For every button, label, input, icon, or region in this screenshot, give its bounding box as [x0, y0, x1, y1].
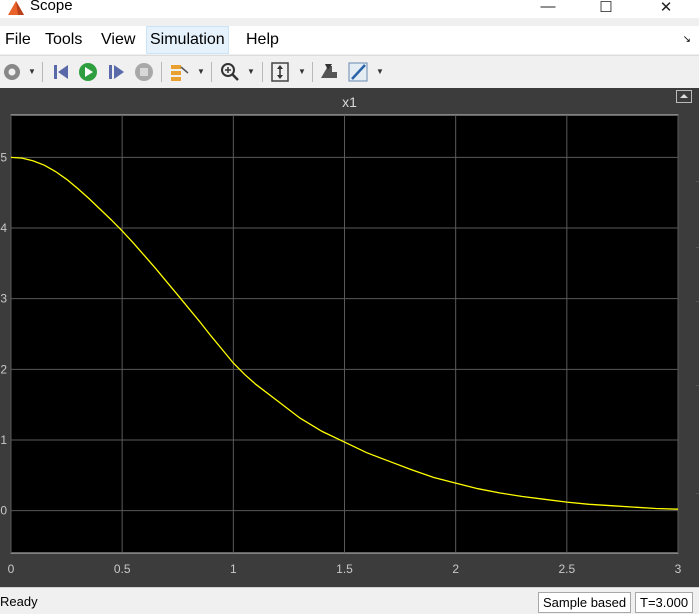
status-ready: Ready — [0, 594, 38, 609]
menu-simulation[interactable]: Simulation — [146, 26, 229, 54]
x-tick-label: 2 — [452, 562, 459, 576]
menu-help[interactable]: Help — [243, 26, 282, 54]
menu-bar: File Tools View Simulation Help ↘ — [0, 26, 699, 54]
x-tick-label: 3 — [675, 562, 682, 576]
toolbar-separator — [262, 62, 263, 82]
plot-area[interactable]: 0 0.5 1 1.5 2 2.5 3 0 1 2 3 4 5 — [0, 88, 699, 587]
matlab-icon — [8, 1, 24, 15]
maximize-button[interactable]: ☐ — [586, 0, 626, 16]
y-tick-label: 3 — [0, 292, 7, 306]
gear-icon[interactable] — [1, 60, 23, 84]
menu-view[interactable]: View — [98, 26, 138, 54]
x-tick-label: 0 — [8, 562, 15, 576]
toolbar-separator — [161, 62, 162, 82]
title-bar: Scope — ☐ ✕ — [0, 0, 699, 18]
style-icon[interactable] — [347, 60, 369, 84]
x-tick-label: 0.5 — [114, 562, 131, 576]
status-bar: Ready Sample based T=3.000 — [0, 587, 699, 614]
y-tick-label: 4 — [0, 221, 7, 235]
y-tick-label: 2 — [0, 362, 7, 376]
toolbar-separator — [211, 62, 212, 82]
status-sample-mode: Sample based — [538, 592, 632, 613]
signal-selector-dropdown-icon[interactable]: ▼ — [197, 67, 205, 76]
highlight-block-icon[interactable] — [318, 60, 340, 84]
zoom-in-icon[interactable] — [219, 60, 241, 84]
style-dropdown-icon[interactable]: ▼ — [376, 67, 384, 76]
toolbar: ▼ ▼ ▼ ▼ ▼ — [0, 55, 699, 89]
run-icon[interactable] — [77, 60, 99, 84]
menu-tools[interactable]: Tools — [42, 26, 85, 54]
undock-icon[interactable]: ↘ — [683, 34, 691, 45]
x-tick-label: 2.5 — [558, 562, 575, 576]
toolbar-separator — [312, 62, 313, 82]
signal-selector-icon[interactable] — [168, 60, 190, 84]
x-tick-label: 1.5 — [336, 562, 353, 576]
y-tick-label: 1 — [0, 433, 7, 447]
window-title: Scope — [30, 0, 73, 14]
step-forward-icon[interactable] — [105, 60, 127, 84]
status-time: T=3.000 — [635, 592, 694, 613]
stop-icon[interactable] — [133, 60, 155, 84]
menu-file[interactable]: File — [2, 26, 34, 54]
step-back-icon[interactable] — [50, 60, 72, 84]
y-tick-label: 5 — [0, 150, 7, 164]
gear-dropdown-icon[interactable]: ▼ — [28, 67, 36, 76]
minimize-button[interactable]: — — [528, 0, 568, 16]
scope-display: x1 0 0.5 1 1.5 2 2.5 3 0 1 2 3 4 5 — [0, 88, 699, 587]
x-tick-label: 1 — [230, 562, 237, 576]
toolbar-separator — [42, 62, 43, 82]
close-button[interactable]: ✕ — [646, 0, 686, 16]
zoom-dropdown-icon[interactable]: ▼ — [247, 67, 255, 76]
y-tick-label: 0 — [0, 504, 7, 518]
autoscale-dropdown-icon[interactable]: ▼ — [298, 67, 306, 76]
autoscale-icon[interactable] — [269, 60, 291, 84]
